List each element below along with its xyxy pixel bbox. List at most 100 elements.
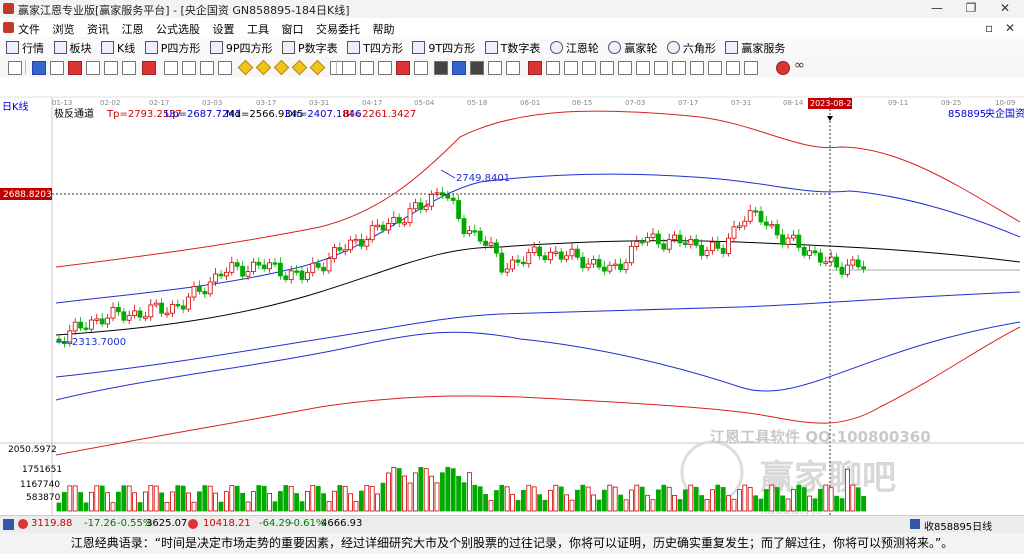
- diamond-2-icon[interactable]: [255, 59, 272, 76]
- nav-9t-square[interactable]: 9T四方形: [412, 40, 475, 56]
- menu-browse[interactable]: 浏览: [53, 23, 75, 36]
- fan-icon[interactable]: [600, 61, 614, 75]
- menu-file[interactable]: 文件: [18, 23, 40, 36]
- nav-service[interactable]: 赢家服务: [725, 40, 785, 56]
- candle-body: [310, 262, 316, 274]
- next-icon[interactable]: [200, 61, 214, 75]
- save-icon[interactable]: [452, 61, 466, 75]
- date-tick: 02-17: [149, 99, 169, 107]
- candle-body: [758, 210, 764, 223]
- color-icon[interactable]: [776, 61, 790, 75]
- eraser-icon[interactable]: [744, 61, 758, 75]
- minimize-button[interactable]: —: [920, 0, 954, 18]
- date-tick: 09-25: [941, 99, 961, 107]
- nav-kline[interactable]: K线: [101, 40, 135, 56]
- volume-bar: [56, 502, 62, 512]
- arc-icon[interactable]: [636, 61, 650, 75]
- volume-bar: [277, 491, 283, 512]
- volume-bar: [121, 485, 127, 512]
- favorite-icon[interactable]: [910, 519, 920, 529]
- first-icon[interactable]: [164, 61, 178, 75]
- nav-p-square[interactable]: P四方形: [144, 40, 200, 56]
- diamond-3-icon[interactable]: [273, 59, 290, 76]
- volume-bar: [834, 495, 839, 512]
- mdi-close-button[interactable]: ✕: [1005, 21, 1015, 35]
- diamond-5-icon[interactable]: [309, 59, 326, 76]
- infinity-icon[interactable]: ∞: [794, 58, 805, 73]
- volume-bar: [423, 468, 429, 512]
- price-icon[interactable]: [396, 61, 410, 75]
- volume-bar: [110, 502, 116, 512]
- dash-icon[interactable]: [564, 61, 578, 75]
- nav-sectors[interactable]: 板块: [53, 40, 92, 56]
- candle-body: [466, 230, 472, 235]
- close-button[interactable]: ✕: [988, 0, 1022, 18]
- volume-bar: [715, 484, 721, 512]
- candle-body: [456, 200, 462, 219]
- menu-window[interactable]: 窗口: [282, 23, 304, 36]
- bar-chart-icon[interactable]: [528, 61, 542, 75]
- print-icon[interactable]: [488, 61, 502, 75]
- bar-icon[interactable]: [86, 61, 100, 75]
- indicator-icon[interactable]: [434, 61, 448, 75]
- nav-gann-wheel[interactable]: 江恩轮: [549, 40, 599, 56]
- move-icon[interactable]: [378, 61, 392, 75]
- volume-bar: [391, 466, 397, 512]
- text-icon[interactable]: [672, 61, 686, 75]
- kline-chart[interactable]: 01-13 02-02 02-17 03-03 03-17 03-31 04-17 05-04…: [0, 77, 1024, 518]
- nav-hexagon[interactable]: 六角形: [666, 40, 716, 56]
- period-icon[interactable]: [8, 61, 22, 75]
- menu-tools[interactable]: 工具: [247, 23, 269, 36]
- candle-body: [234, 262, 240, 267]
- menu-trade[interactable]: 交易委托: [316, 23, 360, 36]
- candle-body: [207, 281, 213, 295]
- stock-name: 央企国资: [985, 107, 1024, 120]
- square-icon[interactable]: [708, 61, 722, 75]
- ruler-icon[interactable]: [618, 61, 632, 75]
- nav-quotes[interactable]: 行情: [6, 40, 44, 56]
- diamond-4-icon[interactable]: [291, 59, 308, 76]
- last-icon[interactable]: [218, 61, 232, 75]
- menu-info[interactable]: 资讯: [87, 23, 109, 36]
- analysis-icon[interactable]: [32, 61, 46, 75]
- menu-formula[interactable]: 公式选股: [156, 23, 200, 36]
- prev-icon[interactable]: [182, 61, 196, 75]
- chart-area[interactable]: 01-13 02-02 02-17 03-03 03-17 03-31 04-17 05-04…: [0, 77, 1024, 518]
- zoom-icon[interactable]: [50, 61, 64, 75]
- diamond-1-icon[interactable]: [237, 59, 254, 76]
- crosshair-icon[interactable]: [360, 61, 374, 75]
- nav-winner-wheel[interactable]: 赢家轮: [608, 40, 657, 56]
- nav-9p-square[interactable]: 9P四方形: [209, 40, 273, 56]
- calendar-icon[interactable]: [470, 61, 484, 75]
- menu-help[interactable]: 帮助: [373, 23, 395, 36]
- volume-bar: [380, 482, 386, 512]
- menu-gann[interactable]: 江恩: [122, 23, 144, 36]
- volume-bar: [67, 485, 73, 512]
- nav-t-square[interactable]: T四方形: [347, 40, 403, 56]
- zero-icon[interactable]: [122, 61, 136, 75]
- calculator-icon[interactable]: [3, 519, 14, 530]
- angle-icon[interactable]: [690, 61, 704, 75]
- volume-bar: [213, 492, 219, 512]
- maximize-button[interactable]: ❐: [954, 0, 988, 18]
- menu-settings[interactable]: 设置: [213, 23, 235, 36]
- volume-bar: [169, 491, 175, 512]
- trend-icon[interactable]: [546, 61, 560, 75]
- box-icon[interactable]: [654, 61, 668, 75]
- tools-icon[interactable]: [506, 61, 520, 75]
- mdi-restore-button[interactable]: ▫: [985, 21, 993, 35]
- candle-body: [116, 306, 121, 313]
- candle-icon[interactable]: [68, 61, 82, 75]
- volume-bar: [758, 498, 764, 512]
- candle-body: [358, 238, 364, 247]
- line-icon[interactable]: [104, 61, 118, 75]
- draw-line-icon[interactable]: [414, 61, 428, 75]
- hand-icon[interactable]: [342, 61, 356, 75]
- nav-p-table[interactable]: P数字表: [282, 40, 338, 56]
- nav-t-table[interactable]: T数字表: [484, 40, 540, 56]
- candle-body: [418, 202, 424, 210]
- cross-icon[interactable]: [726, 61, 740, 75]
- flag-icon[interactable]: [142, 61, 156, 75]
- winner-wheel-icon: [608, 41, 622, 54]
- wave-icon[interactable]: [582, 61, 596, 75]
